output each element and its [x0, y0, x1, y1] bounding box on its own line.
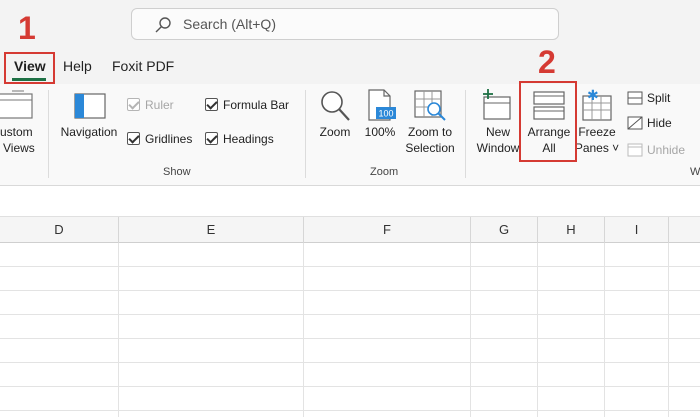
zoom-to-selection-label-2: Selection: [405, 141, 455, 155]
custom-views-label-2: Views: [3, 141, 35, 155]
freeze-panes-icon: ✱: [582, 88, 612, 121]
formula-bar-checkbox[interactable]: [205, 98, 218, 111]
step-1-highlight: [4, 52, 55, 84]
unhide-icon: [627, 143, 643, 157]
navigation-button[interactable]: Navigation: [56, 124, 122, 140]
zoom-100-badge: 100: [378, 109, 393, 119]
formula-bar-area: [0, 187, 700, 217]
zoom-to-selection-button[interactable]: Zoom to Selection: [400, 124, 460, 156]
column-header-d[interactable]: D: [0, 217, 119, 243]
formula-bar-label: Formula Bar: [223, 98, 290, 112]
search-placeholder: Search (Alt+Q): [183, 16, 276, 32]
new-window-button[interactable]: New Window: [474, 124, 522, 156]
row-line: [0, 338, 700, 339]
freeze-panes-label-2: Panes ˅: [574, 141, 620, 155]
zoom-button[interactable]: Zoom: [314, 124, 356, 140]
ruler-label: Ruler: [145, 98, 174, 112]
column-header-next[interactable]: [669, 217, 700, 243]
column-line: [604, 243, 605, 417]
new-window-icon: [483, 89, 511, 120]
separator: [48, 90, 49, 178]
zoom-magnifier-icon: [321, 91, 350, 121]
gridlines-checkbox[interactable]: [127, 132, 140, 145]
tab-help[interactable]: Help: [63, 58, 92, 74]
ruler-checkbox[interactable]: [127, 98, 140, 111]
column-line: [470, 243, 471, 417]
zoom-to-selection-label-1: Zoom to: [407, 125, 452, 139]
column-header-f[interactable]: F: [304, 217, 471, 243]
custom-views-icon: [0, 90, 33, 119]
headings-label: Headings: [223, 132, 274, 146]
search-icon: [155, 17, 171, 33]
freeze-panes-button[interactable]: Freeze Panes ˅: [574, 124, 620, 156]
hide-icon: [627, 116, 643, 130]
new-window-label-2: Window: [476, 141, 520, 155]
new-window-label-1: New: [485, 125, 510, 139]
zoom-100-icon: 100: [368, 89, 396, 121]
row-line: [0, 266, 700, 267]
column-line: [118, 243, 119, 417]
row-line: [0, 410, 700, 411]
tab-foxit-pdf[interactable]: Foxit PDF: [112, 58, 174, 74]
show-group-label: Show: [163, 166, 191, 178]
column-line: [537, 243, 538, 417]
zoom-to-selection-icon: [414, 90, 446, 121]
column-line: [668, 243, 669, 417]
step-2-number: 2: [538, 44, 556, 80]
custom-views-button[interactable]: ustom Views: [0, 124, 40, 156]
separator: [465, 90, 466, 178]
row-line: [0, 290, 700, 291]
hide-button[interactable]: Hide: [647, 116, 672, 130]
ribbon: ustom Views Navigation Ruler Gridlines F…: [0, 84, 700, 186]
search-box[interactable]: Search (Alt+Q): [131, 8, 559, 40]
split-button[interactable]: Split: [647, 91, 670, 105]
freeze-panes-label-1: Freeze: [578, 125, 616, 139]
worksheet-grid[interactable]: [0, 243, 700, 417]
custom-views-label-1: ustom: [0, 125, 33, 139]
zoom-100-button[interactable]: 100%: [360, 124, 400, 140]
headings-checkbox[interactable]: [205, 132, 218, 145]
column-header-e[interactable]: E: [119, 217, 304, 243]
row-line: [0, 314, 700, 315]
separator: [305, 90, 306, 178]
title-bar: Search (Alt+Q): [0, 0, 700, 48]
column-headers: D E F G H I: [0, 217, 700, 243]
zoom-group-label: Zoom: [370, 166, 399, 178]
column-header-h[interactable]: H: [538, 217, 605, 243]
row-line: [0, 386, 700, 387]
window-group-label: W: [690, 166, 700, 178]
column-line: [303, 243, 304, 417]
ribbon-tabs: View Help Foxit PDF: [0, 48, 700, 84]
navigation-pane-icon: [74, 93, 106, 119]
svg-text:✱: ✱: [587, 88, 599, 104]
split-icon: [627, 91, 643, 105]
step-1-number: 1: [18, 10, 36, 46]
column-header-i[interactable]: I: [605, 217, 669, 243]
step-2-highlight: [519, 81, 577, 162]
column-header-g[interactable]: G: [471, 217, 538, 243]
unhide-button[interactable]: Unhide: [647, 143, 685, 157]
gridlines-label: Gridlines: [145, 132, 193, 146]
row-line: [0, 362, 700, 363]
